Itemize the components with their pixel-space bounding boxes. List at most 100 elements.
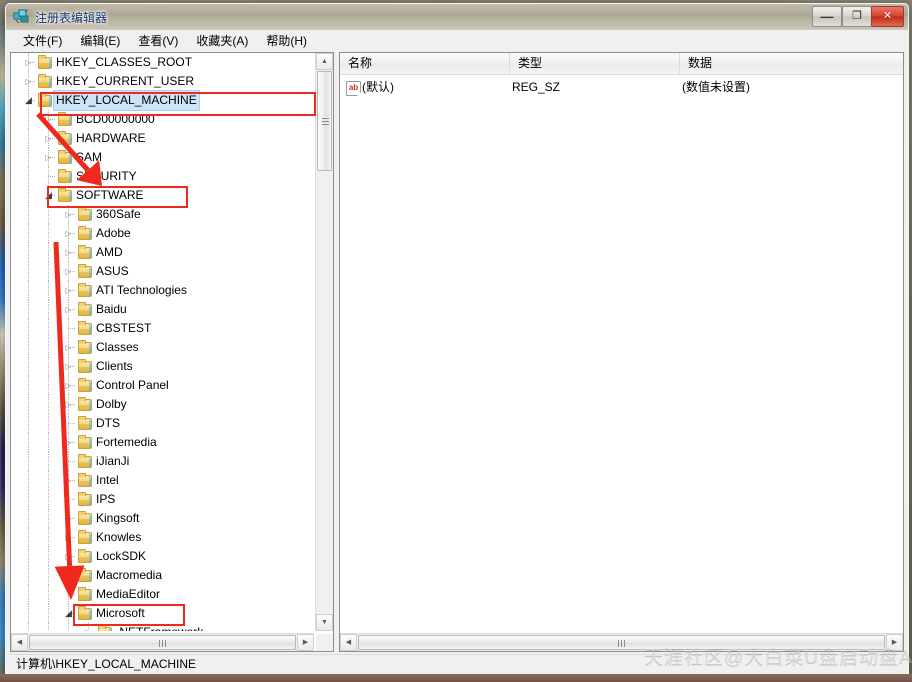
tree-node[interactable]: ▷ Kingsoft <box>11 509 314 528</box>
maximize-button[interactable]: ❐ <box>842 6 872 27</box>
tree-expand-toggle-icon[interactable]: ▷ <box>63 433 74 452</box>
tree-guide-line <box>48 243 49 262</box>
tree-guide-line <box>28 357 29 376</box>
menu-help[interactable]: 帮助(H) <box>257 30 316 51</box>
tree-expand-toggle-icon[interactable]: ▷ <box>43 148 54 167</box>
tree-expand-toggle-icon[interactable]: ▷ <box>63 357 74 376</box>
tree-node[interactable]: IPS <box>11 490 314 509</box>
tree-expand-toggle-icon[interactable]: ▷ <box>63 300 74 319</box>
tree-expand-toggle-icon[interactable]: ▷ <box>23 53 34 72</box>
tree-node[interactable]: ▷ Control Panel <box>11 376 314 395</box>
tree-node-label: iJianJi <box>96 454 130 468</box>
menu-view[interactable]: 查看(V) <box>129 30 187 51</box>
tree-node[interactable]: ▷ HARDWARE <box>11 129 314 148</box>
tree-node[interactable]: ▷ Macromedia <box>11 566 314 585</box>
tree-node[interactable]: ▷ HKEY_CLASSES_ROOT <box>11 53 314 72</box>
registry-tree[interactable]: ▷ HKEY_CLASSES_ROOT ▷ HKEY_CURRENT_USER ◢ HKE… <box>11 53 314 631</box>
tree-node-label: DTS <box>96 416 120 430</box>
close-button[interactable]: ✕ <box>871 6 904 27</box>
tree-node[interactable]: ◢ Microsoft <box>11 604 314 623</box>
tree-expand-toggle-icon[interactable]: ▷ <box>63 471 74 490</box>
tree-node[interactable]: DTS <box>11 414 314 433</box>
tree-expand-toggle-icon[interactable]: ▷ <box>63 281 74 300</box>
tree-node[interactable]: ▷ SAM <box>11 148 314 167</box>
tree-collapse-toggle-icon[interactable]: ◢ <box>43 186 54 205</box>
minimize-button[interactable]: — <box>812 6 842 27</box>
tree-expand-toggle-icon[interactable]: ▷ <box>63 528 74 547</box>
tree-node[interactable]: ▷ Dolby <box>11 395 314 414</box>
tree-expand-toggle-icon[interactable]: ▷ <box>63 566 74 585</box>
tree-node[interactable]: ▷ .NETFramework <box>11 623 314 631</box>
tree-vertical-scrollbar[interactable]: ▲ ▼ <box>315 53 333 631</box>
tree-node[interactable]: iJianJi <box>11 452 314 471</box>
values-scroll-left-button[interactable]: ◀ <box>340 634 357 651</box>
menu-file[interactable]: 文件(F) <box>14 30 71 51</box>
tree-node[interactable]: ▷ Adobe <box>11 224 314 243</box>
menu-bar: 文件(F) 编辑(E) 查看(V) 收藏夹(A) 帮助(H) <box>6 30 908 52</box>
tree-expand-toggle-icon[interactable]: ▷ <box>63 338 74 357</box>
tree-node[interactable]: ◢ SOFTWARE <box>11 186 314 205</box>
tree-node[interactable]: ▷ 360Safe <box>11 205 314 224</box>
tree-vscroll-thumb[interactable] <box>317 71 332 171</box>
menu-edit[interactable]: 编辑(E) <box>71 30 129 51</box>
tree-node[interactable]: ◢ HKEY_LOCAL_MACHINE <box>11 90 314 111</box>
tree-scroll-down-button[interactable]: ▼ <box>316 614 333 631</box>
tree-expand-toggle-icon[interactable]: ▷ <box>63 376 74 395</box>
tree-node[interactable]: ▷ Classes <box>11 338 314 357</box>
tree-node[interactable]: ▷ Knowles <box>11 528 314 547</box>
folder-icon <box>76 433 92 452</box>
tree-guide-line <box>28 566 29 585</box>
column-name[interactable]: 名称 <box>340 53 510 74</box>
tree-hscroll-thumb[interactable] <box>29 635 296 650</box>
tree-node[interactable]: SECURITY <box>11 167 314 186</box>
menu-favorites[interactable]: 收藏夹(A) <box>187 30 257 51</box>
tree-node-label: Classes <box>96 340 139 354</box>
tree-node[interactable]: ▷ LockSDK <box>11 547 314 566</box>
value-data-cell: (数值未设置) <box>682 80 750 94</box>
tree-expand-toggle-icon[interactable]: ▷ <box>63 547 74 566</box>
values-column-header[interactable]: 名称 类型 数据 <box>340 53 903 75</box>
tree-expand-toggle-icon[interactable]: ▷ <box>63 224 74 243</box>
folder-icon <box>36 53 52 72</box>
tree-node[interactable]: MediaEditor <box>11 585 314 604</box>
tree-scroll-left-button[interactable]: ◀ <box>11 634 28 651</box>
tree-node[interactable]: ▷ AMD <box>11 243 314 262</box>
tree-expand-toggle-icon[interactable]: ▷ <box>43 129 54 148</box>
tree-scroll-right-button[interactable]: ▶ <box>297 634 314 651</box>
tree-guide-line <box>28 433 29 452</box>
tree-expand-toggle-icon[interactable]: ▷ <box>63 262 74 281</box>
tree-node[interactable]: ▷ HKEY_CURRENT_USER <box>11 72 314 91</box>
tree-guide-line <box>28 509 29 528</box>
values-hscroll-thumb[interactable] <box>358 635 885 650</box>
tree-node[interactable]: ▷ Clients <box>11 357 314 376</box>
tree-node-label: IPS <box>96 492 116 506</box>
tree-expand-toggle-icon[interactable]: ▷ <box>63 395 74 414</box>
tree-expand-toggle-icon[interactable]: ▷ <box>63 205 74 224</box>
tree-collapse-toggle-icon[interactable]: ◢ <box>63 604 74 623</box>
folder-icon <box>76 471 92 490</box>
folder-icon <box>76 319 92 338</box>
tree-node[interactable]: ▷ Fortemedia <box>11 433 314 452</box>
tree-horizontal-scrollbar[interactable]: ◀ ▶ <box>11 633 314 651</box>
value-type-cell: REG_SZ <box>512 80 561 94</box>
tree-node[interactable]: ▷ BCD00000000 <box>11 110 314 129</box>
tree-node-label: SAM <box>76 150 103 164</box>
column-type[interactable]: 类型 <box>510 53 680 74</box>
tree-expand-toggle-icon[interactable]: ▷ <box>43 110 54 129</box>
tree-node[interactable]: ▷ ASUS <box>11 262 314 281</box>
tree-expand-toggle-icon[interactable]: ▷ <box>63 509 74 528</box>
tree-node[interactable]: ▷ Intel <box>11 471 314 490</box>
values-horizontal-scrollbar[interactable]: ◀ ▶ <box>340 633 903 651</box>
tree-node[interactable]: ▷ ATI Technologies <box>11 281 314 300</box>
values-row[interactable]: ab (默认) REG_SZ (数值未设置) <box>340 77 903 97</box>
tree-node[interactable]: CBSTEST <box>11 319 314 338</box>
tree-node[interactable]: ▷ Baidu <box>11 300 314 319</box>
tree-scroll-up-button[interactable]: ▲ <box>316 53 333 70</box>
tree-guide-line <box>28 167 29 186</box>
tree-expand-toggle-icon[interactable]: ▷ <box>23 72 34 91</box>
tree-expand-toggle-icon[interactable]: ▷ <box>63 243 74 262</box>
values-scroll-right-button[interactable]: ▶ <box>886 634 903 651</box>
tree-expand-toggle-icon[interactable]: ▷ <box>83 623 94 631</box>
tree-collapse-toggle-icon[interactable]: ◢ <box>23 91 34 110</box>
column-data[interactable]: 数据 <box>680 53 903 74</box>
